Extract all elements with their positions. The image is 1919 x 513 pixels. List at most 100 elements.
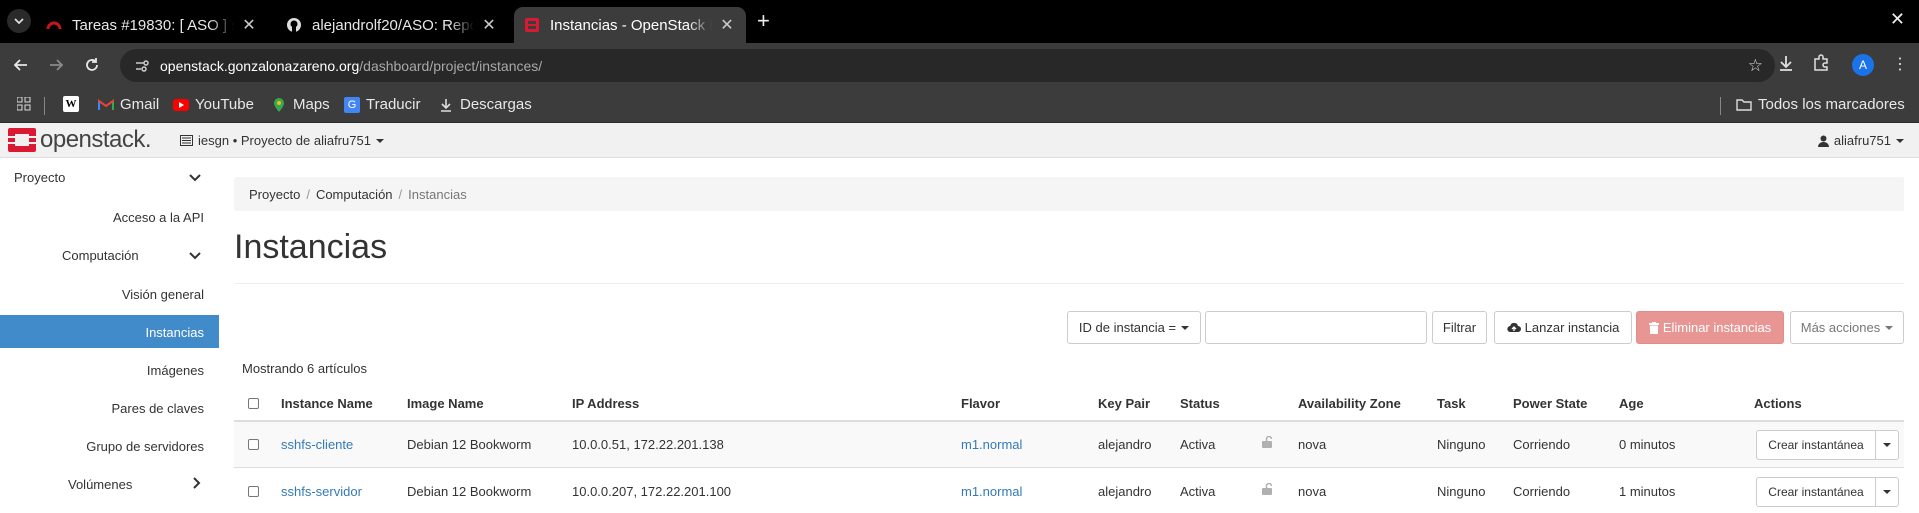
profile-avatar[interactable]: A [1852, 54, 1874, 76]
caret-down-icon [1883, 490, 1891, 494]
create-snapshot-button[interactable]: Crear instantánea [1756, 477, 1876, 507]
caret-down-icon [1896, 138, 1904, 143]
browser-tab-tareas[interactable]: Tareas #19830: [ ASO ] sys ✕ [36, 7, 268, 43]
instance-name-link[interactable]: sshfs-cliente [281, 437, 353, 452]
sidebar-section-volumenes[interactable]: Volúmenes [0, 477, 219, 497]
wikipedia-icon: W [63, 96, 79, 112]
trash-icon [1648, 321, 1659, 334]
table-row: sshfs-cliente Debian 12 Bookworm 10.0.0.… [234, 422, 1904, 468]
row-checkbox[interactable] [248, 439, 259, 450]
column-header-image-name[interactable]: Image Name [407, 396, 484, 411]
browser-tab-github[interactable]: alejandrolf20/ASO: Repositorio ✕ [276, 7, 508, 43]
launch-instance-button[interactable]: Lanzar instancia [1494, 311, 1632, 344]
window-close-button[interactable]: ✕ [1890, 9, 1905, 30]
sidebar-section-proyecto[interactable]: Proyecto [0, 170, 219, 190]
extensions-icon[interactable] [1812, 54, 1830, 77]
column-header-ip-address[interactable]: IP Address [572, 396, 639, 411]
close-icon[interactable]: ✕ [718, 15, 736, 35]
bookmarks-bar: W Gmail YouTube Maps G Traducir Descarga… [0, 87, 1919, 123]
breadcrumb-instancias: Instancias [408, 186, 467, 202]
bookmark-star-icon[interactable]: ☆ [1748, 56, 1763, 76]
project-selector[interactable]: iesgn • Proyecto de aliafru751 [180, 133, 384, 148]
reload-icon [86, 58, 98, 71]
sidebar-item-pares-de-claves[interactable]: Pares de claves [0, 401, 219, 421]
sidebar-item-label: Pares de claves [111, 401, 205, 416]
chevron-down-icon [14, 18, 24, 24]
bookmark-gmail[interactable]: Gmail [98, 96, 159, 113]
sidebar-item-vision-general[interactable]: Visión general [0, 287, 219, 307]
filter-input[interactable] [1205, 311, 1427, 344]
redmine-icon [46, 17, 62, 33]
breadcrumb: Proyecto / Computación / Instancias [234, 177, 1904, 211]
new-tab-button[interactable]: + [757, 10, 770, 32]
apps-button[interactable] [16, 96, 38, 112]
unlocked-icon [1262, 482, 1273, 498]
column-header-key-pair[interactable]: Key Pair [1098, 396, 1150, 411]
caret-down-icon [375, 138, 384, 143]
table-header: Instance Name Image Name IP Address Flav… [234, 386, 1904, 422]
breadcrumb-computacion[interactable]: Computación [316, 187, 393, 202]
column-header-availability-zone[interactable]: Availability Zone [1298, 396, 1401, 411]
sidebar-item-label: Proyecto [14, 170, 66, 185]
row-checkbox[interactable] [248, 486, 259, 497]
all-bookmarks-folder[interactable]: Todos los marcadores [1736, 96, 1905, 113]
close-icon[interactable]: ✕ [240, 15, 258, 35]
image-name-cell: Debian 12 Bookworm [407, 437, 532, 452]
browser-tab-instancias[interactable]: Instancias - OpenStack Dashboard ✕ [514, 7, 746, 43]
bookmark-maps[interactable]: Maps [271, 96, 330, 113]
back-button[interactable] [9, 53, 33, 77]
column-header-flavor[interactable]: Flavor [961, 396, 1000, 411]
age-cell: 0 minutos [1619, 437, 1676, 452]
bookmark-wikipedia[interactable]: W [63, 96, 85, 112]
flavor-link[interactable]: m1.normal [961, 484, 1022, 499]
column-header-power-state[interactable]: Power State [1513, 396, 1587, 411]
caret-down-icon [1883, 443, 1891, 447]
row-actions-dropdown[interactable] [1875, 477, 1899, 507]
column-header-instance-name[interactable]: Instance Name [281, 396, 373, 411]
bookmark-descargas[interactable]: Descargas [438, 96, 532, 113]
column-header-status[interactable]: Status [1180, 396, 1220, 411]
sidebar-section-computacion[interactable]: Computación [0, 248, 219, 268]
task-cell: Ninguno [1437, 484, 1486, 499]
close-icon[interactable]: ✕ [480, 15, 498, 35]
delete-instances-button[interactable]: Eliminar instancias [1636, 311, 1784, 344]
column-header-task[interactable]: Task [1437, 396, 1466, 411]
row-actions-dropdown[interactable] [1875, 430, 1899, 460]
flavor-link[interactable]: m1.normal [961, 437, 1022, 452]
instance-name-link[interactable]: sshfs-servidor [281, 484, 362, 499]
sidebar-item-instancias[interactable]: Instancias [0, 315, 219, 348]
openstack-icon [524, 17, 540, 33]
openstack-logo[interactable]: openstack. [8, 128, 152, 152]
sidebar-item-api[interactable]: Acceso a la API [0, 210, 219, 230]
breadcrumb-separator: / [306, 186, 310, 202]
chevron-down-icon [189, 248, 201, 263]
forward-button[interactable] [44, 53, 68, 77]
user-menu[interactable]: aliafru751 [1817, 133, 1904, 148]
column-header-age[interactable]: Age [1619, 396, 1644, 411]
more-menu-icon[interactable]: ⋮ [1892, 54, 1908, 74]
bookmark-label: Todos los marcadores [1758, 96, 1905, 113]
bookmark-translate[interactable]: G Traducir [344, 96, 420, 113]
image-name-cell: Debian 12 Bookworm [407, 484, 532, 499]
sidebar-item-label: Acceso a la API [112, 210, 204, 225]
breadcrumb-proyecto[interactable]: Proyecto [249, 187, 300, 202]
bookmark-youtube[interactable]: YouTube [173, 96, 254, 113]
reload-button[interactable] [80, 53, 104, 77]
project-name: iesgn • Proyecto de aliafru751 [198, 133, 371, 148]
sidebar-item-grupo-de-servidores[interactable]: Grupo de servidores [0, 439, 219, 459]
apps-grid-icon [16, 96, 32, 112]
sidebar-item-label: Computación [62, 248, 139, 263]
filter-button[interactable]: Filtrar [1432, 311, 1487, 344]
translate-icon: G [344, 96, 360, 113]
download-icon[interactable] [1777, 54, 1795, 77]
address-bar[interactable]: openstack.gonzalonazareno.org/dashboard/… [120, 49, 1775, 82]
create-snapshot-button[interactable]: Crear instantánea [1756, 430, 1876, 460]
filter-field-label: ID de instancia = [1078, 320, 1177, 335]
select-all-checkbox[interactable] [248, 398, 259, 409]
more-actions-dropdown[interactable]: Más acciones [1790, 311, 1904, 344]
site-info-icon[interactable] [134, 58, 150, 74]
sidebar-item-imagenes[interactable]: Imágenes [0, 363, 219, 383]
filter-field-dropdown[interactable]: ID de instancia = [1067, 311, 1201, 344]
tab-search-button[interactable] [7, 9, 31, 33]
url-text: openstack.gonzalonazareno.org/dashboard/… [160, 58, 542, 74]
